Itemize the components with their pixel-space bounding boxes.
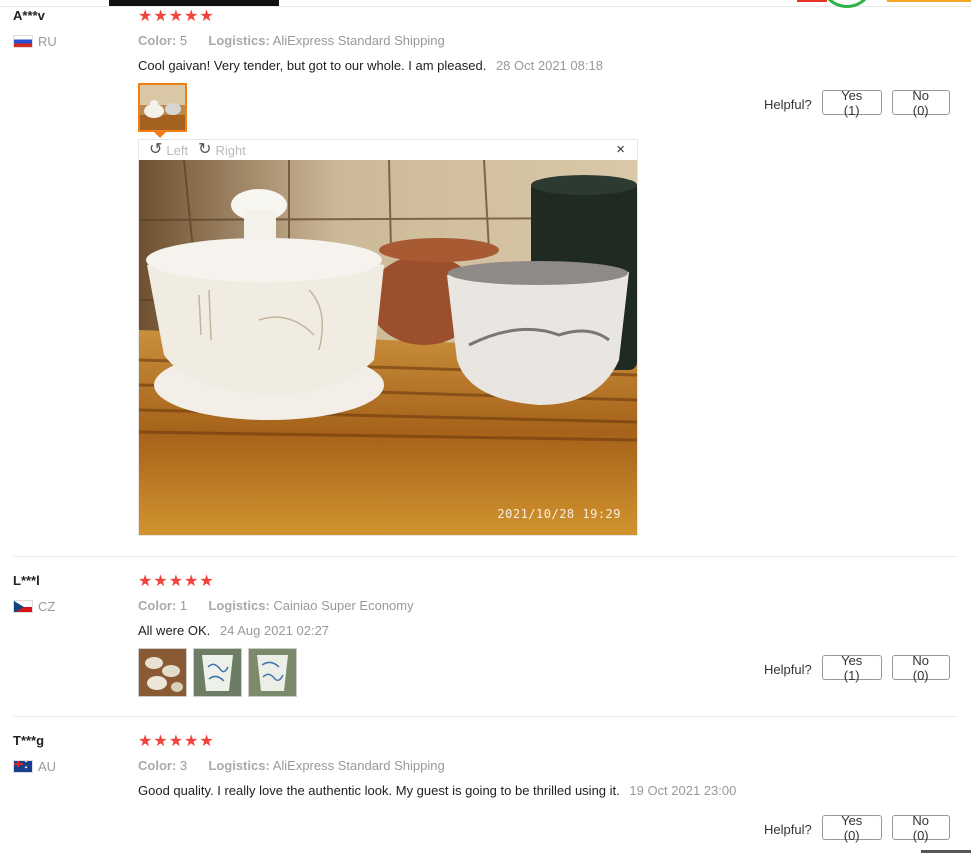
color-label: Color:: [138, 598, 177, 613]
color-value: 5: [179, 33, 188, 48]
logistics-label: Logistics:: [208, 33, 270, 48]
color-label: Color:: [138, 758, 177, 773]
review-date: 28 Oct 2021 08:18: [495, 58, 603, 73]
review-text: Cool gaivan! Very tender, but got to our…: [138, 58, 603, 73]
helpful-label: Helpful?: [764, 822, 812, 837]
reviewer-country: CZ: [13, 599, 55, 614]
logistics-label: Logistics:: [208, 598, 270, 613]
review-photo-thumb[interactable]: [193, 648, 242, 697]
review-photos: [138, 83, 187, 132]
review-text: Good quality. I really love the authenti…: [138, 783, 736, 798]
close-icon[interactable]: ×: [616, 141, 625, 158]
helpful-no-button[interactable]: No (0): [891, 88, 950, 118]
rotate-left-label: Left: [166, 142, 189, 158]
helpful-yes-button[interactable]: Yes (0): [821, 813, 882, 843]
color-value: 3: [179, 758, 188, 773]
review-meta: Color: 5 Logistics: AliExpress Standard …: [138, 33, 445, 48]
helpful-vote: Helpful? Yes (1) No (0): [764, 88, 950, 118]
photo-timestamp: 2021/10/28 19:29: [497, 507, 621, 521]
review-meta: Color: 1 Logistics: Cainiao Super Econom…: [138, 598, 414, 613]
review-photo-thumb[interactable]: [138, 83, 187, 132]
helpful-no-button[interactable]: No (0): [891, 653, 950, 683]
helpful-vote: Helpful? Yes (1) No (0): [764, 653, 950, 683]
logistics-value: AliExpress Standard Shipping: [272, 758, 445, 773]
thumb-selected-arrow: [154, 132, 166, 138]
review-photo-large: 2021/10/28 19:29: [139, 160, 637, 535]
rotate-right-button[interactable]: ↻ Right: [198, 142, 246, 158]
logistics-value: Cainiao Super Economy: [273, 598, 414, 613]
review-meta: Color: 3 Logistics: AliExpress Standard …: [138, 758, 445, 773]
reviewer-name: A***v: [13, 8, 45, 23]
reviewer-country: AU: [13, 759, 56, 774]
logistics-value: AliExpress Standard Shipping: [272, 33, 445, 48]
review-photo-thumb[interactable]: [248, 648, 297, 697]
review-body: Good quality. I really love the authenti…: [138, 783, 620, 798]
reviewer-country: RU: [13, 34, 57, 49]
helpful-yes-button[interactable]: Yes (1): [821, 653, 882, 683]
helpful-label: Helpful?: [764, 97, 812, 112]
rotate-right-label: Right: [215, 142, 246, 158]
rotate-left-button[interactable]: ↺ Left: [149, 142, 188, 158]
review-photo-thumb[interactable]: [138, 648, 187, 697]
star-rating: ★★★★★: [138, 733, 215, 750]
review-text: All were OK. 24 Aug 2021 02:27: [138, 623, 329, 638]
helpful-label: Helpful?: [764, 662, 812, 677]
helpful-no-button[interactable]: No (0): [891, 813, 950, 843]
star-rating: ★★★★★: [138, 8, 215, 25]
country-code: CZ: [38, 599, 56, 614]
country-code: RU: [38, 34, 57, 49]
country-code: AU: [38, 759, 57, 774]
review-photos: [138, 648, 297, 697]
review-date: 19 Oct 2021 23:00: [629, 783, 737, 798]
review-date: 24 Aug 2021 02:27: [219, 623, 330, 638]
review-body: All were OK.: [138, 623, 211, 638]
color-label: Color:: [138, 33, 177, 48]
flag-au-icon: [13, 760, 33, 773]
flag-cz-icon: [13, 600, 33, 613]
reviewer-name: L***l: [13, 573, 40, 588]
rotate-right-icon: ↻: [198, 141, 212, 158]
color-value: 1: [179, 598, 188, 613]
viewer-toolbar: ↺ Left ↻ Right ×: [139, 140, 637, 160]
review-body: Cool gaivan! Very tender, but got to our…: [138, 58, 487, 73]
star-rating: ★★★★★: [138, 573, 215, 590]
flag-ru-icon: [13, 35, 33, 48]
logistics-label: Logistics:: [208, 758, 270, 773]
helpful-vote: Helpful? Yes (0) No (0): [764, 813, 950, 843]
review-item: A***v RU ★★★★★ Color: 5 Logistics: AliEx…: [0, 0, 971, 556]
review-item: T***g AU ★★★★★ Color: 3 Logistics: AliEx…: [0, 717, 971, 853]
reviewer-name: T***g: [13, 733, 45, 748]
review-item: L***l CZ ★★★★★ Color: 1 Logistics: Caini…: [0, 557, 971, 717]
helpful-yes-button[interactable]: Yes (1): [821, 88, 882, 118]
rotate-left-icon: ↺: [149, 141, 163, 158]
photo-viewer: ↺ Left ↻ Right × 2021/10/28 19:29: [138, 139, 638, 536]
